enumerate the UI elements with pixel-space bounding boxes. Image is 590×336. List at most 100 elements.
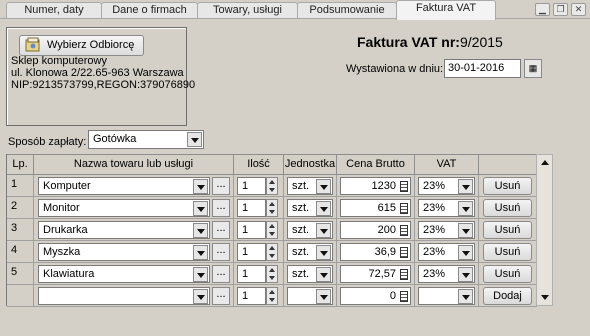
product-name-select[interactable]: Monitor: [38, 199, 210, 217]
vat-select[interactable]: 23%: [418, 265, 475, 283]
tab-faktura-vat[interactable]: Faktura VAT: [396, 0, 496, 20]
chevron-down-icon[interactable]: [193, 267, 208, 282]
payment-select[interactable]: Gotówka: [88, 130, 204, 149]
price-input[interactable]: 1230: [340, 177, 411, 195]
delete-row-button[interactable]: Usuń: [483, 243, 532, 261]
quantity-stepper[interactable]: [266, 177, 278, 195]
chevron-down-icon[interactable]: [316, 201, 331, 216]
browse-product-button[interactable]: ...: [212, 243, 230, 261]
quantity-input[interactable]: 1: [237, 265, 266, 283]
chevron-down-icon[interactable]: [458, 245, 473, 260]
chevron-down-icon[interactable]: [458, 267, 473, 282]
unit-select[interactable]: szt.: [287, 221, 333, 239]
vat-cell: 23%: [415, 175, 479, 197]
product-name-select[interactable]: Drukarka: [38, 221, 210, 239]
row-number: 3: [7, 219, 34, 241]
browse-product-button[interactable]: ...: [212, 221, 230, 239]
vat-select[interactable]: 23%: [418, 243, 475, 261]
unit-select[interactable]: szt.: [287, 243, 333, 261]
product-name-select[interactable]: Komputer: [38, 177, 210, 195]
tab-podsumowanie[interactable]: Podsumowanie: [297, 2, 397, 19]
unit-select[interactable]: szt.: [287, 265, 333, 283]
vat-select[interactable]: 23%: [418, 221, 475, 239]
chevron-down-icon[interactable]: [193, 289, 208, 304]
vat-select[interactable]: 23%: [418, 199, 475, 217]
header-unit: Jednostka: [284, 154, 337, 175]
quantity-input[interactable]: 1: [237, 243, 266, 261]
chevron-down-icon[interactable]: [316, 289, 331, 304]
unit-select[interactable]: szt.: [287, 177, 333, 195]
quantity-input[interactable]: 1: [237, 199, 266, 217]
product-name: Monitor: [43, 202, 80, 214]
quantity-stepper[interactable]: [266, 221, 278, 239]
quantity-stepper[interactable]: [266, 199, 278, 217]
qty-cell: 1: [234, 285, 284, 307]
quantity-input[interactable]: 1: [237, 177, 266, 195]
calendar-icon[interactable]: ▦: [524, 59, 542, 78]
calculator-icon[interactable]: [400, 247, 408, 258]
unit-value: szt.: [292, 202, 310, 214]
calculator-icon[interactable]: [400, 225, 408, 236]
tab-dane-o-firmach[interactable]: Dane o firmach: [101, 2, 198, 19]
restore-icon[interactable]: ❐: [553, 3, 568, 16]
close-icon[interactable]: ✕: [571, 3, 586, 16]
quantity-stepper[interactable]: [266, 243, 278, 261]
calculator-icon[interactable]: [400, 269, 408, 280]
table-scrollbar[interactable]: [536, 154, 553, 306]
calculator-icon[interactable]: [400, 203, 408, 214]
quantity-stepper[interactable]: [266, 265, 278, 283]
chevron-down-icon[interactable]: [458, 223, 473, 238]
chevron-down-icon[interactable]: [316, 267, 331, 282]
unit-select[interactable]: [287, 287, 333, 305]
chevron-down-icon[interactable]: [187, 132, 202, 147]
price-input[interactable]: 0: [340, 287, 411, 305]
vat-select[interactable]: [418, 287, 475, 305]
price-cell: 72,57: [337, 263, 415, 285]
product-name-select[interactable]: Myszka: [38, 243, 210, 261]
delete-row-button[interactable]: Usuń: [483, 221, 532, 239]
chevron-down-icon[interactable]: [316, 179, 331, 194]
calculator-icon[interactable]: [400, 291, 408, 302]
delete-row-button[interactable]: Usuń: [483, 265, 532, 283]
browse-product-button[interactable]: ...: [212, 265, 230, 283]
price-input[interactable]: 36,9: [340, 243, 411, 261]
tab-towary-uslugi[interactable]: Towary, usługi: [197, 2, 298, 19]
quantity-input[interactable]: 1: [237, 221, 266, 239]
chevron-down-icon[interactable]: [193, 223, 208, 238]
chevron-down-icon[interactable]: [316, 223, 331, 238]
product-name-select[interactable]: [38, 287, 210, 305]
table-row: 1 Komputer... 1 szt. 1230 23% Usuń: [7, 175, 537, 197]
issue-date-field[interactable]: 30-01-2016: [444, 59, 521, 78]
tab-numer-daty[interactable]: Numer, daty: [6, 2, 102, 19]
add-row-button[interactable]: Dodaj: [483, 287, 532, 305]
chevron-down-icon[interactable]: [316, 245, 331, 260]
price-input[interactable]: 615: [340, 199, 411, 217]
unit-select[interactable]: szt.: [287, 199, 333, 217]
delete-row-button[interactable]: Usuń: [483, 199, 532, 217]
scroll-down-icon[interactable]: [537, 290, 552, 305]
delete-row-button[interactable]: Usuń: [483, 177, 532, 195]
quantity-input[interactable]: 1: [237, 287, 266, 305]
chevron-down-icon[interactable]: [458, 179, 473, 194]
scroll-up-icon[interactable]: [537, 155, 552, 170]
action-cell: Usuń: [479, 219, 537, 241]
vat-select[interactable]: 23%: [418, 177, 475, 195]
product-name-select[interactable]: Klawiatura: [38, 265, 210, 283]
name-cell: Klawiatura...: [34, 263, 234, 285]
browse-product-button[interactable]: ...: [212, 287, 230, 305]
chevron-down-icon[interactable]: [458, 289, 473, 304]
price-input[interactable]: 200: [340, 221, 411, 239]
quantity-stepper[interactable]: [266, 287, 278, 305]
chevron-down-icon[interactable]: [193, 179, 208, 194]
chevron-down-icon[interactable]: [193, 201, 208, 216]
minimize-icon[interactable]: ▁: [535, 3, 550, 16]
chevron-down-icon[interactable]: [193, 245, 208, 260]
select-buyer-button[interactable]: Wybierz Odbiorcę: [19, 35, 144, 56]
chevron-down-icon[interactable]: [458, 201, 473, 216]
browse-product-button[interactable]: ...: [212, 199, 230, 217]
price-cell: 36,9: [337, 241, 415, 263]
price-input[interactable]: 72,57: [340, 265, 411, 283]
browse-product-button[interactable]: ...: [212, 177, 230, 195]
calculator-icon[interactable]: [400, 181, 408, 192]
product-name: Drukarka: [43, 224, 88, 236]
